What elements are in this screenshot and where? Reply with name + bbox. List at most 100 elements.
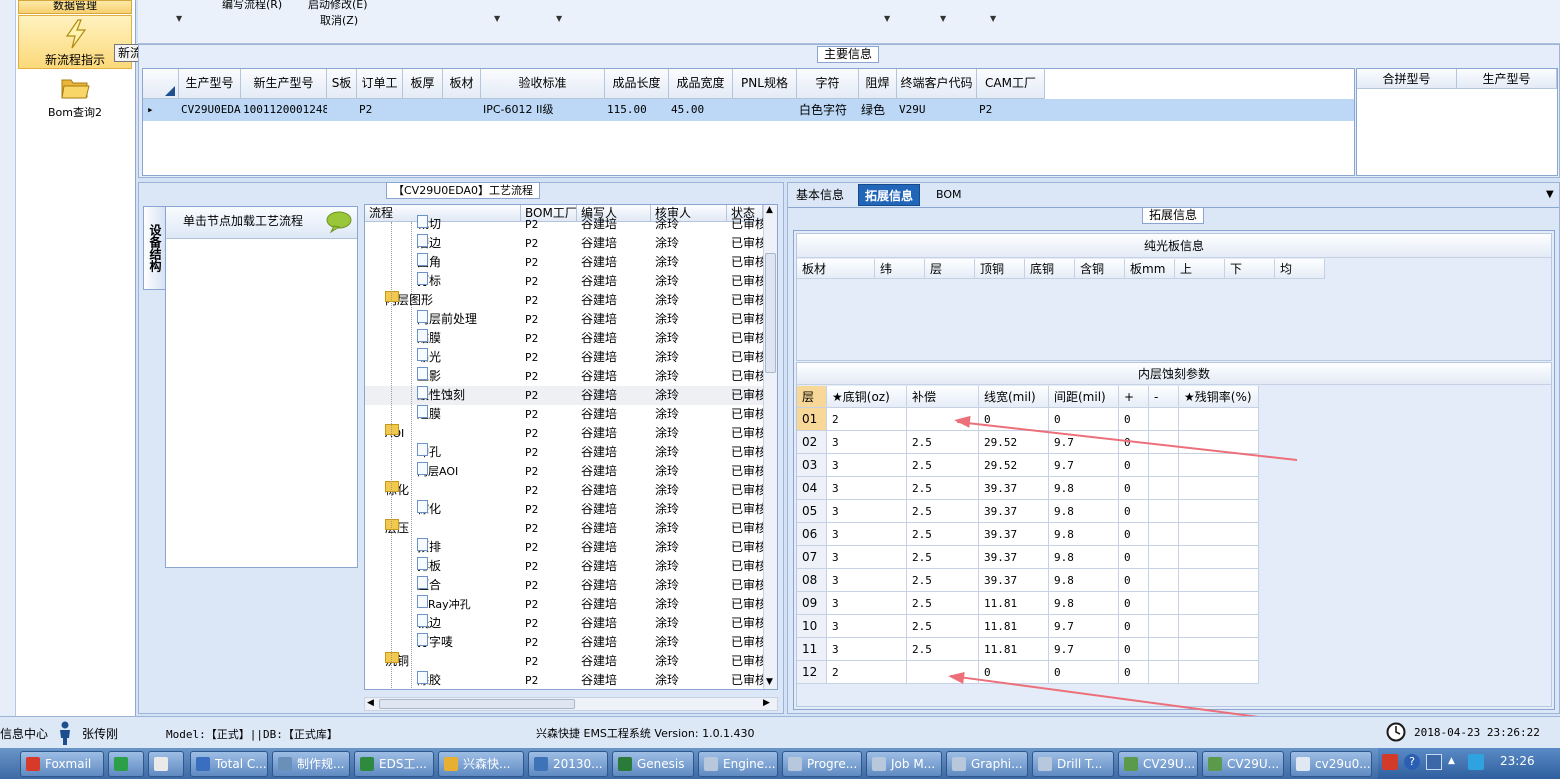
tree-node[interactable]: 内层前处理 P2 谷建培 涂玲 已审核 <box>365 310 763 329</box>
table-cell[interactable]: 3 <box>827 615 907 638</box>
scroll-right-icon[interactable]: ▶ <box>763 698 770 708</box>
table-cell[interactable]: 39.37 <box>979 500 1049 523</box>
table-cell[interactable]: 3 <box>827 592 907 615</box>
table-cell[interactable]: 2.5 <box>907 477 979 500</box>
table-cell[interactable]: 0 <box>1119 500 1149 523</box>
tray-feather-icon[interactable] <box>1468 754 1484 770</box>
table-cell[interactable]: 9.8 <box>1049 592 1119 615</box>
dropdown-arrow-icon[interactable]: ▼ <box>940 14 946 23</box>
table-cell[interactable] <box>1149 661 1179 684</box>
merge-col-header[interactable]: 生产型号 <box>1457 69 1557 89</box>
table-cell[interactable]: 2 <box>827 408 907 431</box>
taskbar-item[interactable]: EDS工... <box>354 751 434 777</box>
table-cell[interactable]: 9.8 <box>1049 500 1119 523</box>
table-cell[interactable] <box>1149 546 1179 569</box>
taskbar-item[interactable]: Progre... <box>782 751 862 777</box>
tree-node[interactable]: 冲孔 P2 谷建培 涂玲 已审核 <box>365 443 763 462</box>
table-cell[interactable]: 2.5 <box>907 569 979 592</box>
table-cell[interactable] <box>1149 615 1179 638</box>
menu-cancel[interactable]: 取消(Z) <box>320 12 358 28</box>
tab-device-structure[interactable]: 设备结构 <box>143 206 165 290</box>
tree-node[interactable]: 内层AOI P2 谷建培 涂玲 已审核 <box>365 462 763 481</box>
table-cell[interactable]: 2.5 <box>907 615 979 638</box>
tree-node[interactable]: 贴膜 P2 谷建培 涂玲 已审核 <box>365 329 763 348</box>
status-info-center[interactable]: 信息中心 <box>0 725 48 742</box>
table-cell[interactable]: 9.8 <box>1049 477 1119 500</box>
column-header[interactable]: 线宽(mil) <box>979 386 1049 408</box>
column-header[interactable]: 补偿 <box>907 386 979 408</box>
taskbar-item[interactable]: Graphi... <box>946 751 1028 777</box>
dropdown-arrow-icon[interactable]: ▼ <box>884 14 890 23</box>
taskbar-item[interactable] <box>108 751 144 777</box>
tree-node[interactable]: 显影 P2 谷建培 涂玲 已审核 <box>365 367 763 386</box>
column-header[interactable]: 下 <box>1225 259 1275 279</box>
column-header[interactable]: 板厚 <box>403 69 443 99</box>
table-cell[interactable]: 0 <box>1119 592 1149 615</box>
taskbar-item[interactable] <box>148 751 184 777</box>
table-cell[interactable]: 11.81 <box>979 638 1049 661</box>
column-header[interactable]: 验收标准 <box>481 69 605 99</box>
table-cell[interactable]: 2.5 <box>907 454 979 477</box>
tree-folder-node[interactable]: −棕化 P2 谷建培 涂玲 已审核 <box>365 481 763 500</box>
taskbar-item[interactable]: Job M... <box>866 751 942 777</box>
table-cell[interactable]: 9.7 <box>1049 638 1119 661</box>
tab-basic-info[interactable]: 基本信息 <box>790 183 850 207</box>
table-cell[interactable] <box>907 661 979 684</box>
tree-node[interactable]: 铣边 P2 谷建培 涂玲 已审核 <box>365 614 763 633</box>
dropdown-arrow-icon[interactable]: ▼ <box>176 14 182 23</box>
tree-node[interactable]: 磨边 P2 谷建培 涂玲 已审核 <box>365 234 763 253</box>
tree-node[interactable]: 排板 P2 谷建培 涂玲 已审核 <box>365 557 763 576</box>
table-cell[interactable]: 0 <box>1119 454 1149 477</box>
tray-help-icon[interactable]: ? <box>1404 754 1420 770</box>
row-header[interactable]: 10 <box>797 615 827 638</box>
taskbar-item[interactable]: Engine... <box>698 751 778 777</box>
merge-col-header[interactable]: 合拼型号 <box>1357 69 1457 89</box>
column-header[interactable]: 层 <box>797 386 827 408</box>
row-header[interactable]: 02 <box>797 431 827 454</box>
table-cell[interactable]: 2.5 <box>907 592 979 615</box>
column-header[interactable]: + <box>1119 386 1149 408</box>
table-cell[interactable] <box>1179 500 1259 523</box>
table-cell[interactable]: 2 <box>827 661 907 684</box>
scroll-thumb[interactable] <box>765 253 776 373</box>
taskbar-item[interactable]: CV29U... <box>1202 751 1284 777</box>
column-header[interactable]: ★残铜率(%) <box>1179 386 1259 408</box>
table-cell[interactable] <box>1179 661 1259 684</box>
table-cell[interactable]: 0 <box>1049 661 1119 684</box>
table-cell[interactable] <box>1179 638 1259 661</box>
taskbar-item[interactable]: cv29u0... <box>1290 751 1372 777</box>
tree-node[interactable]: 曝光 P2 谷建培 涂玲 已审核 <box>365 348 763 367</box>
scroll-down-icon[interactable]: ▼ <box>766 677 773 687</box>
taskbar-item[interactable]: Genesis <box>612 751 694 777</box>
row-header[interactable]: 08 <box>797 569 827 592</box>
column-header[interactable]: 新生产型号 <box>241 69 327 99</box>
taskbar-item[interactable]: Foxmail <box>20 751 104 777</box>
table-cell[interactable]: 3 <box>827 569 907 592</box>
row-header[interactable]: 06 <box>797 523 827 546</box>
column-header[interactable]: 成品长度 <box>605 69 669 99</box>
table-cell[interactable]: 0 <box>1119 408 1149 431</box>
column-header[interactable]: 含铜 <box>1075 259 1125 279</box>
row-header[interactable]: 03 <box>797 454 827 477</box>
table-cell[interactable]: 2.5 <box>907 431 979 454</box>
column-header[interactable]: 字符 <box>797 69 859 99</box>
table-cell[interactable]: 39.37 <box>979 546 1049 569</box>
table-cell[interactable]: 3 <box>827 638 907 661</box>
table-cell[interactable]: 3 <box>827 500 907 523</box>
column-header[interactable]: 成品宽度 <box>669 69 733 99</box>
tree-node[interactable]: 圆角 P2 谷建培 涂玲 已审核 <box>365 253 763 272</box>
taskbar-item[interactable]: CV29U... <box>1118 751 1198 777</box>
table-cell[interactable] <box>1149 523 1179 546</box>
column-header[interactable]: 订单工厂 <box>357 69 403 99</box>
table-cell[interactable]: 3 <box>827 454 907 477</box>
table-cell[interactable]: 9.7 <box>1049 615 1119 638</box>
table-cell[interactable]: 2.5 <box>907 546 979 569</box>
table-cell[interactable] <box>1179 592 1259 615</box>
tree-node[interactable]: 酸性蚀刻 P2 谷建培 涂玲 已审核 <box>365 386 763 405</box>
menu-write-process[interactable]: 编写流程(R) <box>222 0 282 12</box>
tray-expand-icon[interactable]: ▲ <box>1448 756 1455 766</box>
column-header[interactable]: 层 <box>925 259 975 279</box>
scroll-up-icon[interactable]: ▲ <box>766 205 773 215</box>
select-all-corner[interactable] <box>143 69 179 99</box>
table-cell[interactable] <box>1149 569 1179 592</box>
